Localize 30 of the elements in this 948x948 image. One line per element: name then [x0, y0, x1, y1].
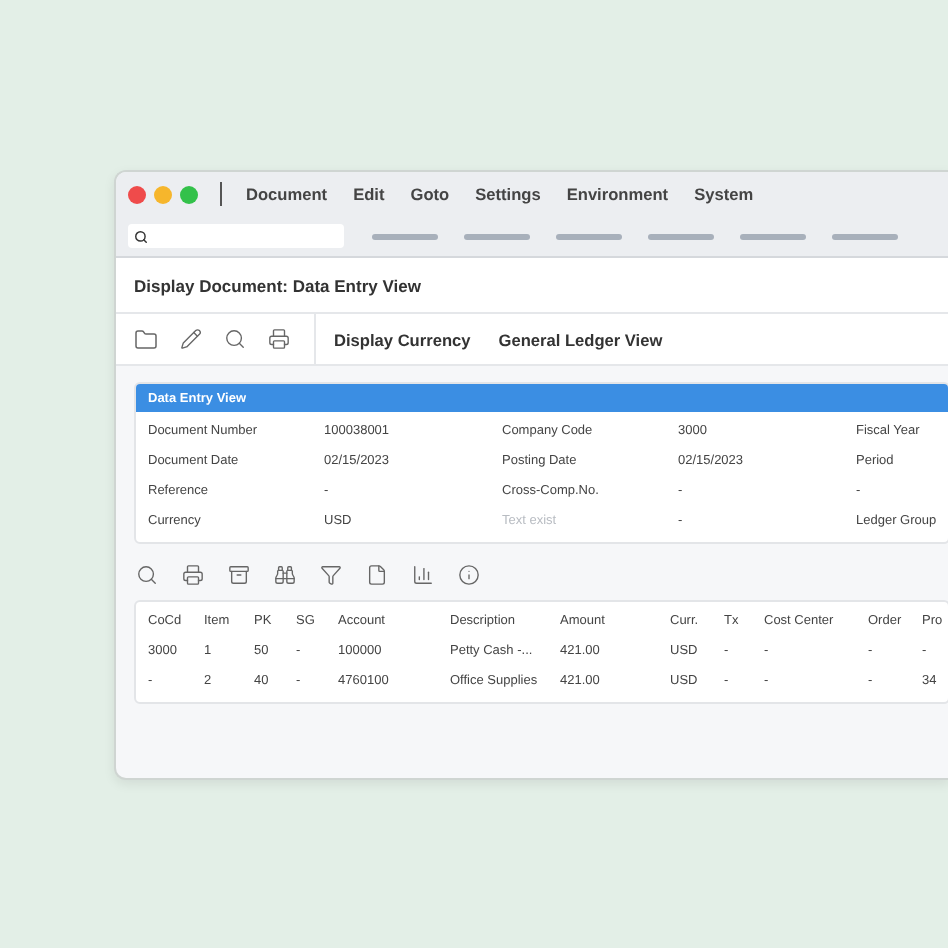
tray-icon[interactable]: [228, 564, 250, 586]
placeholder-line: [832, 233, 898, 239]
close-icon[interactable]: [128, 185, 146, 203]
search-icon: [134, 229, 148, 243]
page-title: Display Document: Data Entry View: [134, 275, 421, 295]
toolbar-button[interactable]: Display Currency: [324, 329, 481, 349]
search-icon[interactable]: [136, 564, 158, 586]
pencil-icon[interactable]: [180, 328, 202, 350]
menu-item[interactable]: Settings: [475, 184, 541, 204]
printer-icon[interactable]: [268, 328, 290, 350]
folder-icon[interactable]: [134, 327, 158, 351]
search-field[interactable]: [128, 224, 344, 248]
menu-item[interactable]: Edit: [353, 184, 385, 204]
placeholder-line: [740, 233, 806, 239]
placeholder-line: [464, 233, 530, 239]
toolbar-button[interactable]: General Ledger View: [488, 329, 673, 349]
file-icon[interactable]: [366, 564, 388, 586]
filter-icon[interactable]: [320, 564, 342, 586]
placeholder-line: [648, 233, 714, 239]
search-icon[interactable]: [224, 328, 246, 350]
menu-item[interactable]: System: [694, 184, 754, 204]
info-icon[interactable]: [458, 564, 480, 586]
bar-chart-icon[interactable]: [412, 564, 434, 586]
printer-icon[interactable]: [182, 564, 204, 586]
menu-item[interactable]: Goto: [410, 184, 450, 204]
menu-item[interactable]: Document: [246, 184, 328, 204]
placeholder-line: [556, 233, 622, 239]
placeholder-line: [372, 233, 438, 239]
binoculars-icon[interactable]: [274, 564, 296, 586]
menu-item[interactable]: Environment: [566, 184, 669, 204]
